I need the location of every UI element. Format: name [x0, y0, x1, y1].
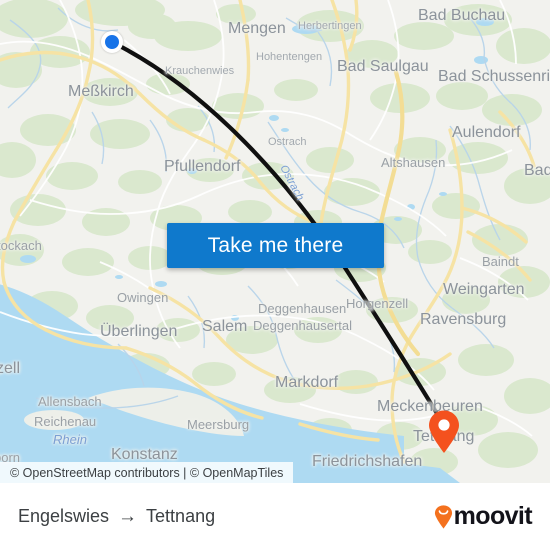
start-marker[interactable] — [101, 31, 123, 53]
end-marker[interactable] — [427, 410, 461, 454]
destination-label: Tettnang — [146, 506, 216, 526]
map-attribution[interactable]: © OpenStreetMap contributors | © OpenMap… — [0, 462, 294, 483]
moovit-logo[interactable]: moovit — [434, 502, 533, 530]
moovit-wordmark: moovit — [453, 502, 533, 530]
origin-label: Engelswies — [18, 506, 110, 526]
map-canvas[interactable]: Mengen Herbertingen Bad Buchau Krauchenwies… — [0, 0, 550, 483]
arrow-icon: → — [118, 506, 138, 527]
moovit-pin-icon — [434, 504, 453, 529]
take-me-there-button[interactable]: Take me there — [167, 223, 384, 268]
moovit-route-map-card: Mengen Herbertingen Bad Buchau Krauchenwies… — [0, 0, 550, 550]
route-summary: Engelswies → Tettnang — [18, 506, 215, 527]
footer-bar: Engelswies → Tettnang moovit — [0, 483, 550, 550]
